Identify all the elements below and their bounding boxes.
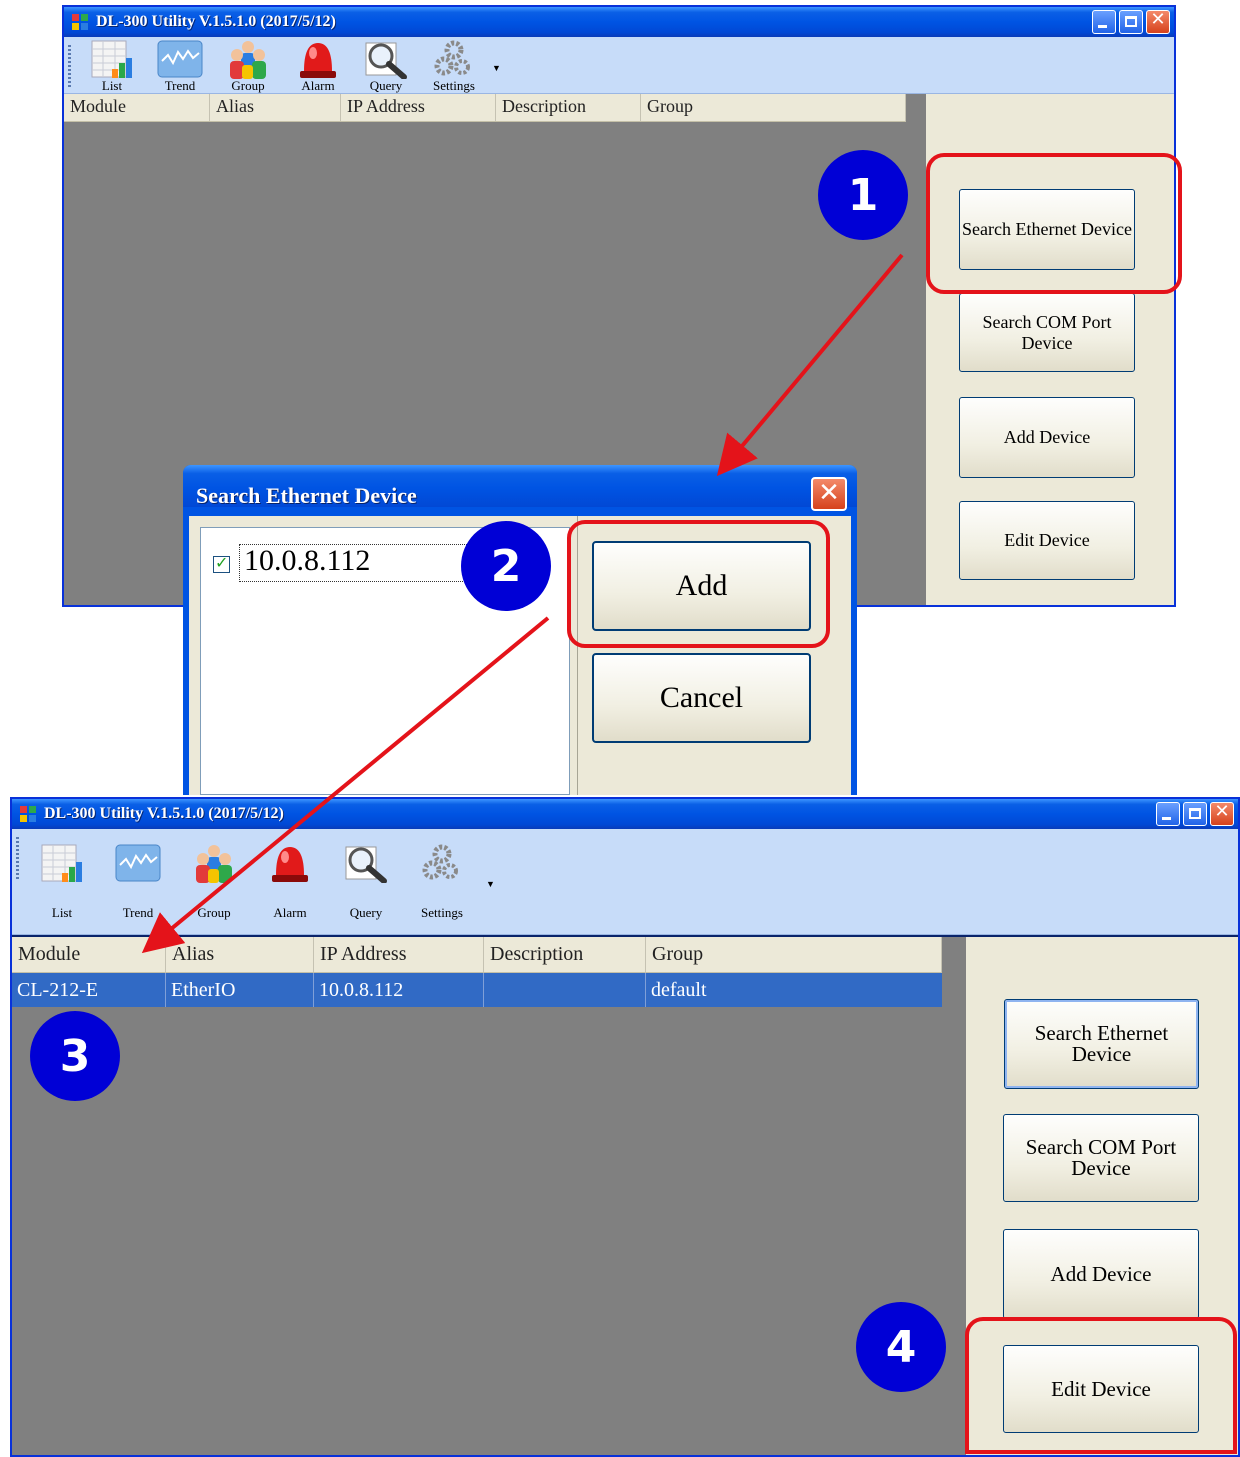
step-badge-1: 1 xyxy=(818,150,908,240)
arrow-step2-to-grid xyxy=(141,616,550,954)
step-badge-3: 3 xyxy=(30,1011,120,1101)
annotation-arrows xyxy=(141,253,904,954)
step-badge-4: 4 xyxy=(856,1302,946,1392)
arrow-step1-to-dialog xyxy=(716,253,904,477)
step-badge-2: 2 xyxy=(461,521,551,611)
